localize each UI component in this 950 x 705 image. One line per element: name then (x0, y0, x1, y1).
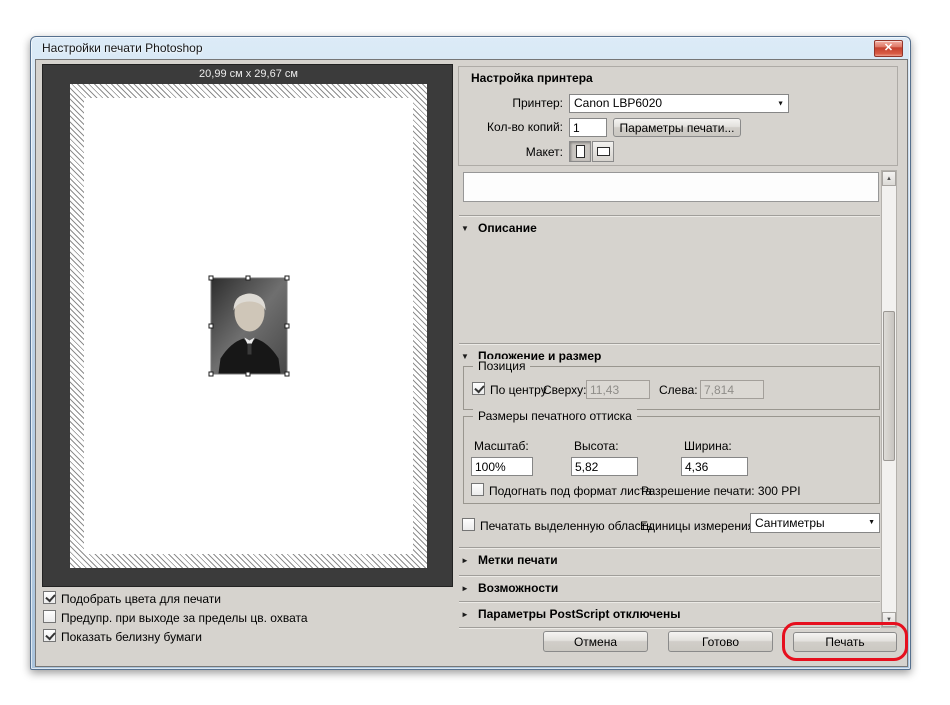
page-printable-area (84, 98, 413, 554)
done-button[interactable]: Готово (668, 631, 773, 652)
width-label: Ширина: (684, 439, 732, 453)
print-selection-checkbox[interactable] (462, 518, 475, 531)
cancel-button[interactable]: Отмена (543, 631, 648, 652)
position-group-title: Позиция (473, 359, 530, 373)
position-group: Позиция По центру Сверху: Слева: (463, 366, 880, 410)
portrait-photo (211, 279, 286, 374)
selection-handle[interactable] (246, 276, 251, 281)
height-label: Высота: (574, 439, 619, 453)
section-print-marks[interactable]: ► Метки печати (461, 552, 558, 568)
print-settings-window: Настройки печати Photoshop ✕ 20,99 см x … (30, 36, 911, 670)
separator (459, 627, 880, 629)
paper-white-label: Показать белизну бумаги (61, 630, 202, 644)
print-preview-panel: 20,99 см x 29,67 см (42, 64, 453, 587)
scale-input[interactable] (471, 457, 533, 476)
dialog-body: 20,99 см x 29,67 см (35, 59, 908, 667)
separator (459, 547, 880, 549)
section-print-marks-title: Метки печати (478, 553, 558, 567)
section-features[interactable]: ► Возможности (461, 580, 558, 596)
fit-to-page-checkbox[interactable] (471, 483, 484, 496)
left-offset-label: Слева: (659, 383, 698, 397)
separator (459, 601, 880, 603)
copies-input[interactable] (569, 118, 607, 137)
left-offset-input (700, 380, 764, 399)
arrow-down-icon: ▼ (886, 617, 892, 623)
selection-handle[interactable] (208, 372, 213, 377)
printer-select-value: Canon LBP6020 (574, 96, 662, 110)
section-features-title: Возможности (478, 581, 558, 595)
preview-image[interactable] (211, 279, 286, 374)
center-checkbox-label: По центру (490, 383, 547, 397)
section-description[interactable]: ▼ Описание (461, 220, 537, 236)
top-offset-label: Сверху: (543, 383, 586, 397)
layout-portrait-button[interactable] (569, 141, 591, 162)
units-label: Единицы измерения: (640, 519, 758, 533)
triangle-right-icon: ► (461, 584, 471, 593)
triangle-right-icon: ► (461, 556, 471, 565)
section-postscript-title: Параметры PostScript отключены (478, 607, 680, 621)
triangle-down-icon: ▼ (461, 224, 471, 233)
scrollbar-thumb[interactable] (883, 311, 895, 461)
printer-label: Принтер: (459, 96, 563, 110)
arrow-up-icon: ▲ (886, 176, 892, 182)
section-description-title: Описание (478, 221, 537, 235)
fit-to-page-label: Подогнать под формат листа (489, 484, 652, 498)
units-select-value: Сантиметры (755, 516, 825, 530)
close-button[interactable]: ✕ (874, 40, 903, 57)
scrollbar[interactable]: ▲ ▼ (881, 170, 897, 628)
selection-handle[interactable] (208, 323, 213, 328)
selection-handle[interactable] (284, 323, 289, 328)
gamut-warning-checkbox[interactable] (43, 610, 56, 623)
center-checkbox[interactable] (472, 382, 485, 395)
window-title: Настройки печати Photoshop (42, 41, 203, 55)
page-size-label: 20,99 см x 29,67 см (70, 68, 427, 80)
height-input[interactable] (571, 457, 638, 476)
printer-select[interactable]: Canon LBP6020 ▼ (569, 94, 789, 113)
selection-handle[interactable] (246, 372, 251, 377)
match-colors-label: Подобрать цвета для печати (61, 592, 221, 606)
copies-label: Кол-во копий: (459, 120, 563, 134)
selection-handle[interactable] (208, 276, 213, 281)
empty-preview-strip (463, 172, 879, 202)
print-resolution-text: Разрешение печати: 300 PPI (641, 484, 801, 498)
triangle-down-icon: ▼ (461, 352, 471, 361)
printer-setup-section: Настройка принтера Принтер: Canon LBP602… (458, 66, 898, 166)
scroll-down-button[interactable]: ▼ (882, 612, 896, 627)
separator (459, 343, 880, 345)
selection-handle[interactable] (284, 372, 289, 377)
print-size-group: Размеры печатного оттиска Масштаб: Высот… (463, 416, 880, 504)
print-button[interactable]: Печать (793, 632, 897, 652)
paper-white-checkbox[interactable] (43, 629, 56, 642)
triangle-right-icon: ► (461, 610, 471, 619)
match-colors-checkbox[interactable] (43, 591, 56, 604)
preview-page (70, 84, 427, 568)
print-selection-label: Печатать выделенную область (480, 519, 652, 533)
scroll-up-button[interactable]: ▲ (882, 171, 896, 186)
separator (459, 215, 880, 217)
landscape-page-icon (597, 147, 610, 156)
layout-label: Макет: (459, 145, 563, 159)
gamut-warning-label: Предупр. при выходе за пределы цв. охват… (61, 611, 308, 625)
print-params-button[interactable]: Параметры печати... (613, 118, 741, 137)
close-icon: ✕ (884, 42, 893, 54)
scale-label: Масштаб: (474, 439, 529, 453)
print-size-group-title: Размеры печатного оттиска (473, 409, 637, 423)
selection-handle[interactable] (284, 276, 289, 281)
chevron-down-icon: ▼ (868, 514, 875, 532)
chevron-down-icon: ▼ (777, 95, 784, 112)
titlebar[interactable]: Настройки печати Photoshop ✕ (31, 37, 910, 59)
layout-landscape-button[interactable] (592, 141, 614, 162)
printer-setup-title: Настройка принтера (471, 71, 593, 85)
width-input[interactable] (681, 457, 748, 476)
section-postscript[interactable]: ► Параметры PostScript отключены (461, 606, 680, 622)
top-offset-input (586, 380, 650, 399)
separator (459, 575, 880, 577)
portrait-page-icon (576, 145, 585, 158)
units-select[interactable]: Сантиметры ▼ (750, 513, 880, 533)
